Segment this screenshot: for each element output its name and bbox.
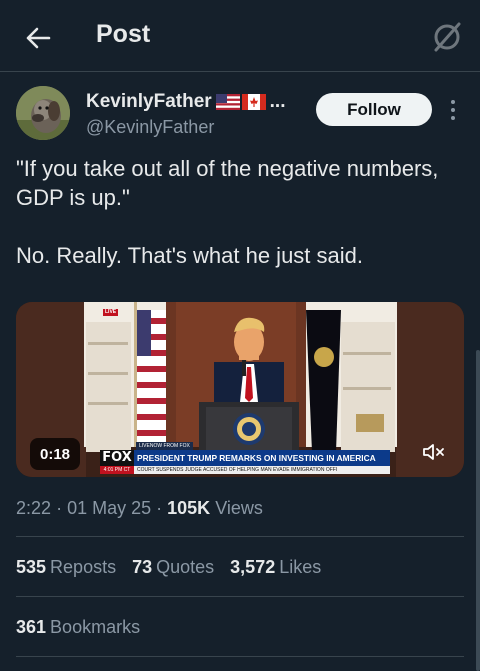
divider [16,596,464,597]
author-name[interactable]: KevinlyFather ... [86,91,286,113]
likes-label: Likes [279,557,322,577]
reposts-stat[interactable]: 535 Reposts [16,557,116,578]
more-vertical-icon[interactable] [447,98,459,122]
bookmarks-stat[interactable]: 361 Bookmarks [16,617,140,638]
back-button[interactable] [22,22,54,54]
bookmarks-count: 361 [16,617,47,637]
mute-button[interactable] [416,436,450,468]
likes-count: 3,572 [230,557,276,577]
reposts-count: 535 [16,557,47,577]
us-flag-icon [215,94,240,110]
news-chyron: LIVENOW FROM FOX FOX PRESIDENT TRUMP REM… [100,442,390,476]
divider [16,656,464,657]
chyron-headline: PRESIDENT TRUMP REMARKS ON INVESTING IN … [134,450,390,466]
post-meta: 2:22 · 01 May 25 · 105K Views [16,498,263,518]
likes-stat[interactable]: 3,572 Likes [230,557,321,578]
follow-button[interactable]: Follow [316,93,432,126]
video-duration: 0:18 [30,438,81,470]
quotes-stat[interactable]: 73 Quotes [132,557,214,578]
post-date: 01 May 25 [67,498,152,518]
views-count: 105K [167,498,211,518]
canada-flag-icon [241,94,266,110]
reposts-label: Reposts [50,557,117,577]
page-title: Post [96,20,151,48]
mute-icon [423,444,444,460]
scrollbar[interactable] [476,350,480,671]
chyron-ticker: COURT SUSPENDS JUDGE ACCUSED OF HELPING … [134,466,390,474]
avatar[interactable] [16,86,70,140]
author-handle[interactable]: @KevinlyFather [86,117,214,138]
back-arrow-icon [26,27,51,49]
top-bar: Post [0,0,480,72]
divider [16,536,464,537]
live-tag: LIVE [103,309,119,316]
x-logo-icon [434,22,461,52]
author-display-name: KevinlyFather [86,91,212,112]
engagement-stats: 535 Reposts 73 Quotes 3,572 Likes [16,557,321,578]
quotes-count: 73 [132,557,153,577]
chyron-top: LIVENOW FROM FOX [136,442,193,450]
video-player[interactable]: LIVE LIVENOW FROM FOX FOX PRESIDENT TRUM… [16,302,464,477]
chyron-time: 4:01 PM CT [100,466,134,474]
bookmarks-label: Bookmarks [50,617,141,637]
post-time: 2:22 [16,498,52,518]
name-ellipsis: ... [269,91,286,112]
fox-logo: FOX [100,450,134,466]
views-label: Views [215,498,263,518]
post-text: "If you take out all of the negative num… [16,156,439,268]
quotes-label: Quotes [156,557,215,577]
